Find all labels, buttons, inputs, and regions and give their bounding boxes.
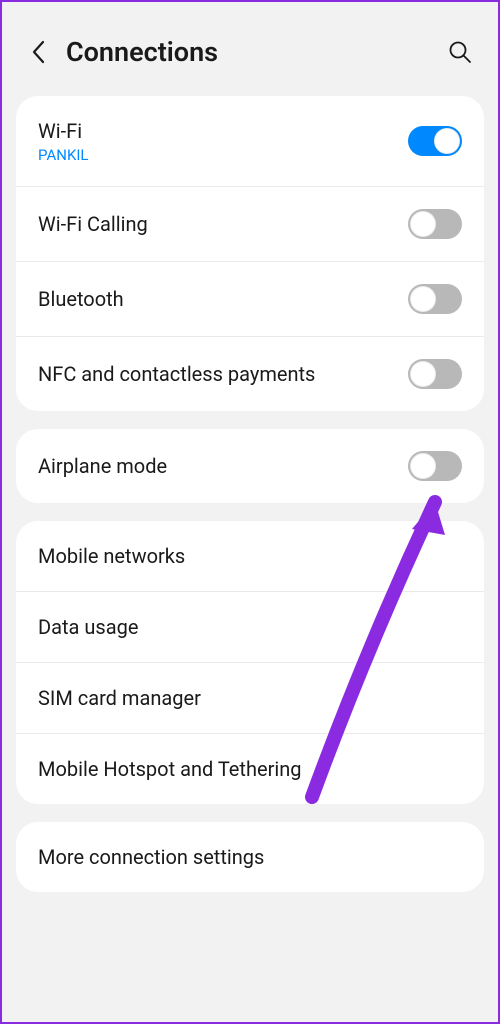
bluetooth-toggle[interactable] — [408, 284, 462, 314]
row-mobile-networks[interactable]: Mobile networks — [16, 521, 484, 592]
more-settings-label: More connection settings — [38, 844, 462, 870]
row-data-usage[interactable]: Data usage — [16, 592, 484, 663]
card-connections-1: Wi-Fi PANKIL Wi-Fi Calling Bluetooth NFC… — [16, 96, 484, 411]
airplane-toggle[interactable] — [408, 451, 462, 481]
header: Connections — [16, 16, 484, 96]
row-wifi[interactable]: Wi-Fi PANKIL — [16, 96, 484, 187]
hotspot-label: Mobile Hotspot and Tethering — [38, 756, 462, 782]
wifi-calling-label: Wi-Fi Calling — [38, 211, 408, 237]
row-bluetooth[interactable]: Bluetooth — [16, 262, 484, 337]
search-icon[interactable] — [446, 38, 474, 66]
nfc-label: NFC and contactless payments — [38, 361, 408, 387]
back-icon[interactable] — [26, 40, 50, 64]
row-airplane-mode[interactable]: Airplane mode — [16, 429, 484, 503]
nfc-toggle[interactable] — [408, 359, 462, 389]
card-more: More connection settings — [16, 822, 484, 892]
card-airplane: Airplane mode — [16, 429, 484, 503]
sim-card-label: SIM card manager — [38, 685, 462, 711]
row-more-settings[interactable]: More connection settings — [16, 822, 484, 892]
wifi-label: Wi-Fi — [38, 118, 408, 144]
wifi-calling-toggle[interactable] — [408, 209, 462, 239]
wifi-sublabel: PANKIL — [38, 146, 408, 164]
row-wifi-calling[interactable]: Wi-Fi Calling — [16, 187, 484, 262]
airplane-label: Airplane mode — [38, 453, 408, 479]
mobile-networks-label: Mobile networks — [38, 543, 462, 569]
bluetooth-label: Bluetooth — [38, 286, 408, 312]
row-sim-card-manager[interactable]: SIM card manager — [16, 663, 484, 734]
page-title: Connections — [66, 36, 446, 68]
row-hotspot[interactable]: Mobile Hotspot and Tethering — [16, 734, 484, 804]
data-usage-label: Data usage — [38, 614, 462, 640]
card-network: Mobile networks Data usage SIM card mana… — [16, 521, 484, 804]
wifi-toggle[interactable] — [408, 126, 462, 156]
row-nfc[interactable]: NFC and contactless payments — [16, 337, 484, 411]
